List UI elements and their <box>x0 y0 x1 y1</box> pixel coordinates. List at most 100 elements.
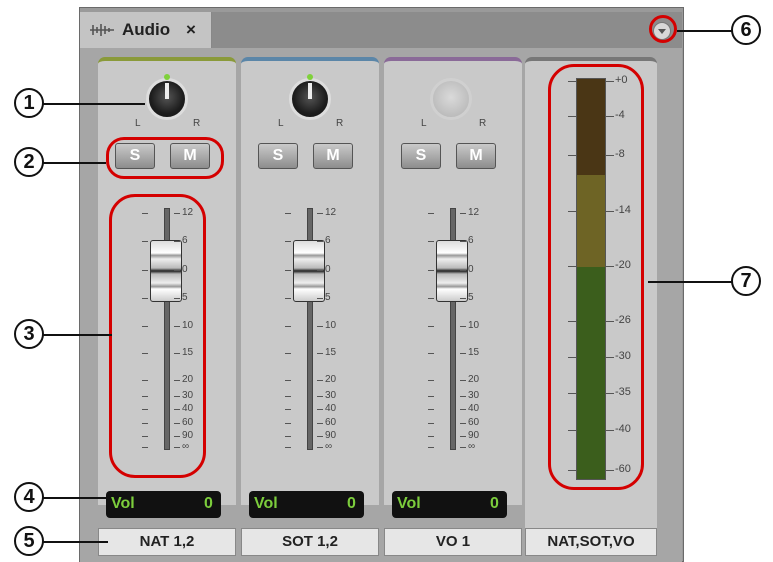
fader-tick <box>428 353 434 354</box>
callout-line-4 <box>40 497 108 499</box>
fader-scale-label: 20 <box>325 374 337 385</box>
volume-fader[interactable] <box>293 240 325 302</box>
fader-tick <box>428 380 434 381</box>
fader-tick <box>428 241 434 242</box>
fader-tick <box>460 396 466 397</box>
fader-tick <box>428 409 434 410</box>
fader-scale-label: 30 <box>325 390 337 401</box>
fader-scale-label: 40 <box>468 403 480 414</box>
fader-scale-label: 6 <box>325 235 331 246</box>
pan-indicator <box>308 83 312 99</box>
callout-line-1 <box>40 103 145 105</box>
fader-scale-label: 90 <box>325 430 337 441</box>
fader-tick <box>460 298 466 299</box>
pan-knob[interactable] <box>289 78 331 120</box>
fader-scale-label: 15 <box>468 347 480 358</box>
callout-line-6 <box>677 30 733 32</box>
callout-number: 3 <box>14 319 44 349</box>
fader-tick <box>428 298 434 299</box>
fader-tick <box>285 270 291 271</box>
highlight-menu <box>649 15 677 43</box>
tab-title: Audio <box>122 20 171 39</box>
fader-scale-label: 15 <box>325 347 337 358</box>
fader-tick <box>285 436 291 437</box>
pan-indicator <box>165 83 169 99</box>
fader-tick <box>317 447 323 448</box>
fader-scale-label: 5 <box>468 292 474 303</box>
solo-button[interactable]: S <box>401 143 441 169</box>
fader-scale-label: 90 <box>468 430 480 441</box>
pan-left-label: L <box>135 118 141 129</box>
vol-value: 0 <box>204 495 213 512</box>
callout-line-5 <box>40 541 108 543</box>
fader-scale-label: 6 <box>468 235 474 246</box>
track-name-bar: VO 1 <box>384 528 522 556</box>
fader-tick <box>317 409 323 410</box>
pan-right-label: R <box>336 118 344 129</box>
fader-tick <box>428 423 434 424</box>
callout-line-2 <box>40 162 106 164</box>
fader-scale-label: 10 <box>468 320 480 331</box>
fader-tick <box>317 353 323 354</box>
fader-scale-label: 60 <box>468 417 480 428</box>
callout-number: 7 <box>731 266 761 296</box>
callout-line-7 <box>648 281 738 283</box>
highlight-fader <box>109 194 206 478</box>
fader-tick <box>285 213 291 214</box>
pan-led <box>164 74 170 80</box>
vol-label: Vol <box>254 495 278 512</box>
track-name-bar: NAT 1,2 <box>98 528 236 556</box>
vol-label: Vol <box>111 495 135 512</box>
fader-scale-label: 20 <box>468 374 480 385</box>
solo-button[interactable]: S <box>258 143 298 169</box>
fader-tick <box>317 241 323 242</box>
volume-readout[interactable]: Vol 0 <box>106 491 221 518</box>
volume-fader[interactable] <box>436 240 468 302</box>
fader-scale-label: 0 <box>325 264 331 275</box>
fader-tick <box>428 213 434 214</box>
fader-tick <box>285 396 291 397</box>
callout-line-3 <box>40 334 112 336</box>
fader-tick <box>428 447 434 448</box>
callout-number: 1 <box>14 88 44 118</box>
pan-right-label: R <box>479 118 487 129</box>
fader-tick <box>460 409 466 410</box>
track-name: VO 1 <box>435 533 471 550</box>
mute-button[interactable]: M <box>313 143 353 169</box>
fader-tick <box>317 326 323 327</box>
mute-button[interactable]: M <box>456 143 496 169</box>
fader-tick <box>317 270 323 271</box>
callout-number: 5 <box>14 526 44 556</box>
tab-close-button[interactable]: × <box>186 20 196 40</box>
tab-bar <box>212 12 682 48</box>
track-name: SOT 1,2 <box>282 533 338 550</box>
fader-scale-label: 12 <box>468 207 480 218</box>
callout-number: 6 <box>731 15 761 45</box>
fader-tick <box>460 423 466 424</box>
pan-knob-disabled[interactable] <box>430 78 472 120</box>
fader-tick <box>460 241 466 242</box>
fader-tick <box>317 298 323 299</box>
pan-knob[interactable] <box>146 78 188 120</box>
waveform-icon <box>90 24 114 36</box>
fader-scale-label: ∞ <box>325 441 333 452</box>
fader-scale-label: 60 <box>325 417 337 428</box>
fader-tick <box>460 380 466 381</box>
fader-tick <box>317 213 323 214</box>
volume-readout[interactable]: Vol 0 <box>249 491 364 518</box>
highlight-meter <box>548 64 644 490</box>
highlight-solo-mute <box>106 137 224 179</box>
master-name: NAT,SOT,VO <box>547 533 635 550</box>
fader-scale-label: 40 <box>325 403 337 414</box>
fader-tick <box>285 326 291 327</box>
fader-tick <box>285 380 291 381</box>
fader-tick <box>285 298 291 299</box>
fader-tick <box>317 380 323 381</box>
fader-tick <box>460 436 466 437</box>
callout-number: 2 <box>14 147 44 177</box>
fader-tick <box>460 326 466 327</box>
volume-readout[interactable]: Vol 0 <box>392 491 507 518</box>
fader-scale-label: ∞ <box>468 441 476 452</box>
fader-scale-label: 10 <box>325 320 337 331</box>
fader-tick <box>460 447 466 448</box>
